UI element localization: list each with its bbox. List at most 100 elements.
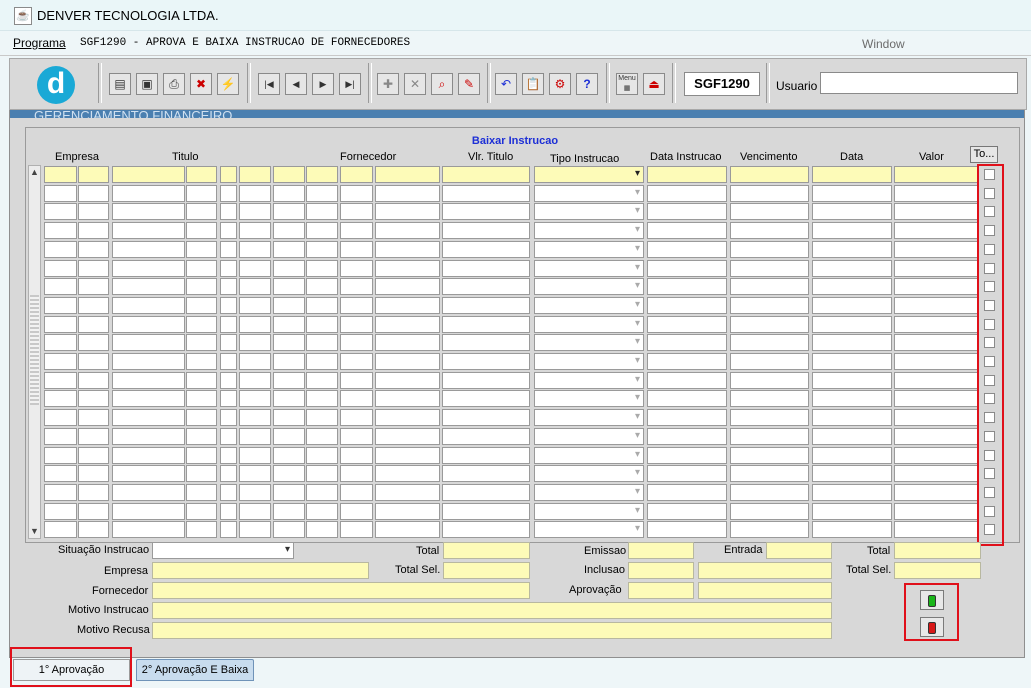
- tipo-instrucao-select[interactable]: [534, 259, 644, 277]
- situacao-select[interactable]: [152, 542, 294, 559]
- valor-cell[interactable]: [894, 371, 978, 389]
- vlr-titulo-cell[interactable]: [442, 390, 530, 408]
- titulo-tipo-cell[interactable]: [239, 334, 271, 352]
- config-icon[interactable]: ⚙: [549, 73, 571, 95]
- empresa-cell[interactable]: [44, 465, 77, 483]
- titulo-parcela-cell[interactable]: [220, 465, 237, 483]
- vlr-titulo-cell[interactable]: [442, 166, 530, 183]
- titulo-tipo-cell[interactable]: [239, 483, 271, 501]
- vlr-titulo-cell[interactable]: [442, 465, 530, 483]
- titulo-serie-cell[interactable]: [186, 334, 217, 352]
- data-instrucao-cell[interactable]: [647, 483, 727, 501]
- exit-icon[interactable]: ⏏: [643, 73, 665, 95]
- empresa-cell[interactable]: [44, 502, 77, 520]
- empresa-cell[interactable]: [44, 427, 77, 445]
- reject-button[interactable]: [920, 617, 944, 637]
- first-record-icon[interactable]: |◀: [258, 73, 280, 95]
- empresa-sub-cell[interactable]: [78, 465, 109, 483]
- empresa-cell[interactable]: [44, 203, 77, 221]
- titulo-parcela-cell[interactable]: [220, 166, 237, 183]
- fornecedor-name-cell[interactable]: [375, 184, 440, 202]
- data-instrucao-cell[interactable]: [647, 521, 727, 539]
- empresa-sub-cell[interactable]: [78, 446, 109, 464]
- fornecedor-sub-cell[interactable]: [340, 184, 373, 202]
- next-record-icon[interactable]: ▶: [312, 73, 334, 95]
- fornecedor-sub-cell[interactable]: [340, 334, 373, 352]
- data-cell[interactable]: [812, 203, 892, 221]
- titulo-cell[interactable]: [112, 446, 185, 464]
- vencimento-cell[interactable]: [730, 166, 809, 183]
- data-cell[interactable]: [812, 278, 892, 296]
- titulo-sub-cell[interactable]: [273, 409, 305, 427]
- titulo-parcela-cell[interactable]: [220, 259, 237, 277]
- empresa-cell[interactable]: [44, 222, 77, 240]
- data-cell[interactable]: [812, 427, 892, 445]
- query-icon[interactable]: ⌕: [431, 73, 453, 95]
- vlr-titulo-cell[interactable]: [442, 222, 530, 240]
- valor-cell[interactable]: [894, 409, 978, 427]
- fornecedor-name-cell[interactable]: [375, 240, 440, 258]
- titulo-serie-cell[interactable]: [186, 465, 217, 483]
- titulo-cell[interactable]: [112, 390, 185, 408]
- fornecedor-sub-cell[interactable]: [340, 240, 373, 258]
- print-icon[interactable]: ⎙: [163, 73, 185, 95]
- empresa-cell[interactable]: [44, 390, 77, 408]
- fornecedor-code-cell[interactable]: [306, 409, 338, 427]
- save-icon[interactable]: ▤: [109, 73, 131, 95]
- fornecedor-name-cell[interactable]: [375, 259, 440, 277]
- data-instrucao-cell[interactable]: [647, 427, 727, 445]
- tipo-instrucao-select[interactable]: [534, 427, 644, 445]
- tipo-instrucao-select[interactable]: [534, 409, 644, 427]
- fornecedor-sub-cell[interactable]: [340, 166, 373, 183]
- tipo-instrucao-select[interactable]: [534, 240, 644, 258]
- titulo-cell[interactable]: [112, 334, 185, 352]
- titulo-cell[interactable]: [112, 203, 185, 221]
- empresa-cell[interactable]: [44, 483, 77, 501]
- fornecedor-code-cell[interactable]: [306, 427, 338, 445]
- tipo-instrucao-select[interactable]: [534, 521, 644, 539]
- fornecedor-sub-cell[interactable]: [340, 315, 373, 333]
- data-instrucao-cell[interactable]: [647, 446, 727, 464]
- tipo-instrucao-select[interactable]: [534, 296, 644, 314]
- data-cell[interactable]: [812, 446, 892, 464]
- vencimento-cell[interactable]: [730, 240, 809, 258]
- data-cell[interactable]: [812, 353, 892, 370]
- vencimento-cell[interactable]: [730, 315, 809, 333]
- titulo-parcela-cell[interactable]: [220, 502, 237, 520]
- vencimento-cell[interactable]: [730, 259, 809, 277]
- empresa-cell[interactable]: [44, 446, 77, 464]
- data-instrucao-cell[interactable]: [647, 353, 727, 370]
- fornecedor-code-cell[interactable]: [306, 184, 338, 202]
- titulo-tipo-cell[interactable]: [239, 240, 271, 258]
- empresa-cell[interactable]: [44, 334, 77, 352]
- vlr-titulo-cell[interactable]: [442, 315, 530, 333]
- titulo-sub-cell[interactable]: [273, 390, 305, 408]
- help-icon[interactable]: ?: [576, 73, 598, 95]
- empresa-sub-cell[interactable]: [78, 390, 109, 408]
- fornecedor-name-cell[interactable]: [375, 409, 440, 427]
- empresa-sub-cell[interactable]: [78, 409, 109, 427]
- empresa-sub-cell[interactable]: [78, 203, 109, 221]
- titulo-parcela-cell[interactable]: [220, 203, 237, 221]
- menu-programa[interactable]: Programa: [13, 36, 66, 50]
- fornecedor-sub-cell[interactable]: [340, 390, 373, 408]
- titulo-tipo-cell[interactable]: [239, 465, 271, 483]
- tab-segunda-aprovacao-baixa[interactable]: 2° Aprovação E Baixa: [136, 659, 254, 681]
- data-instrucao-cell[interactable]: [647, 166, 727, 183]
- data-cell[interactable]: [812, 334, 892, 352]
- data-cell[interactable]: [812, 390, 892, 408]
- data-instrucao-cell[interactable]: [647, 240, 727, 258]
- delete-record-icon[interactable]: ✕: [404, 73, 426, 95]
- titulo-parcela-cell[interactable]: [220, 371, 237, 389]
- fornecedor-sub-cell[interactable]: [340, 371, 373, 389]
- menu-icon[interactable]: Menu ▦: [616, 73, 638, 95]
- scroll-thumb[interactable]: [30, 295, 39, 405]
- titulo-serie-cell[interactable]: [186, 446, 217, 464]
- fornecedor-code-cell[interactable]: [306, 259, 338, 277]
- window-icon[interactable]: ▣: [136, 73, 158, 95]
- valor-cell[interactable]: [894, 353, 978, 370]
- titulo-cell[interactable]: [112, 166, 185, 183]
- fornecedor-name-cell[interactable]: [375, 296, 440, 314]
- vlr-titulo-cell[interactable]: [442, 259, 530, 277]
- titulo-tipo-cell[interactable]: [239, 315, 271, 333]
